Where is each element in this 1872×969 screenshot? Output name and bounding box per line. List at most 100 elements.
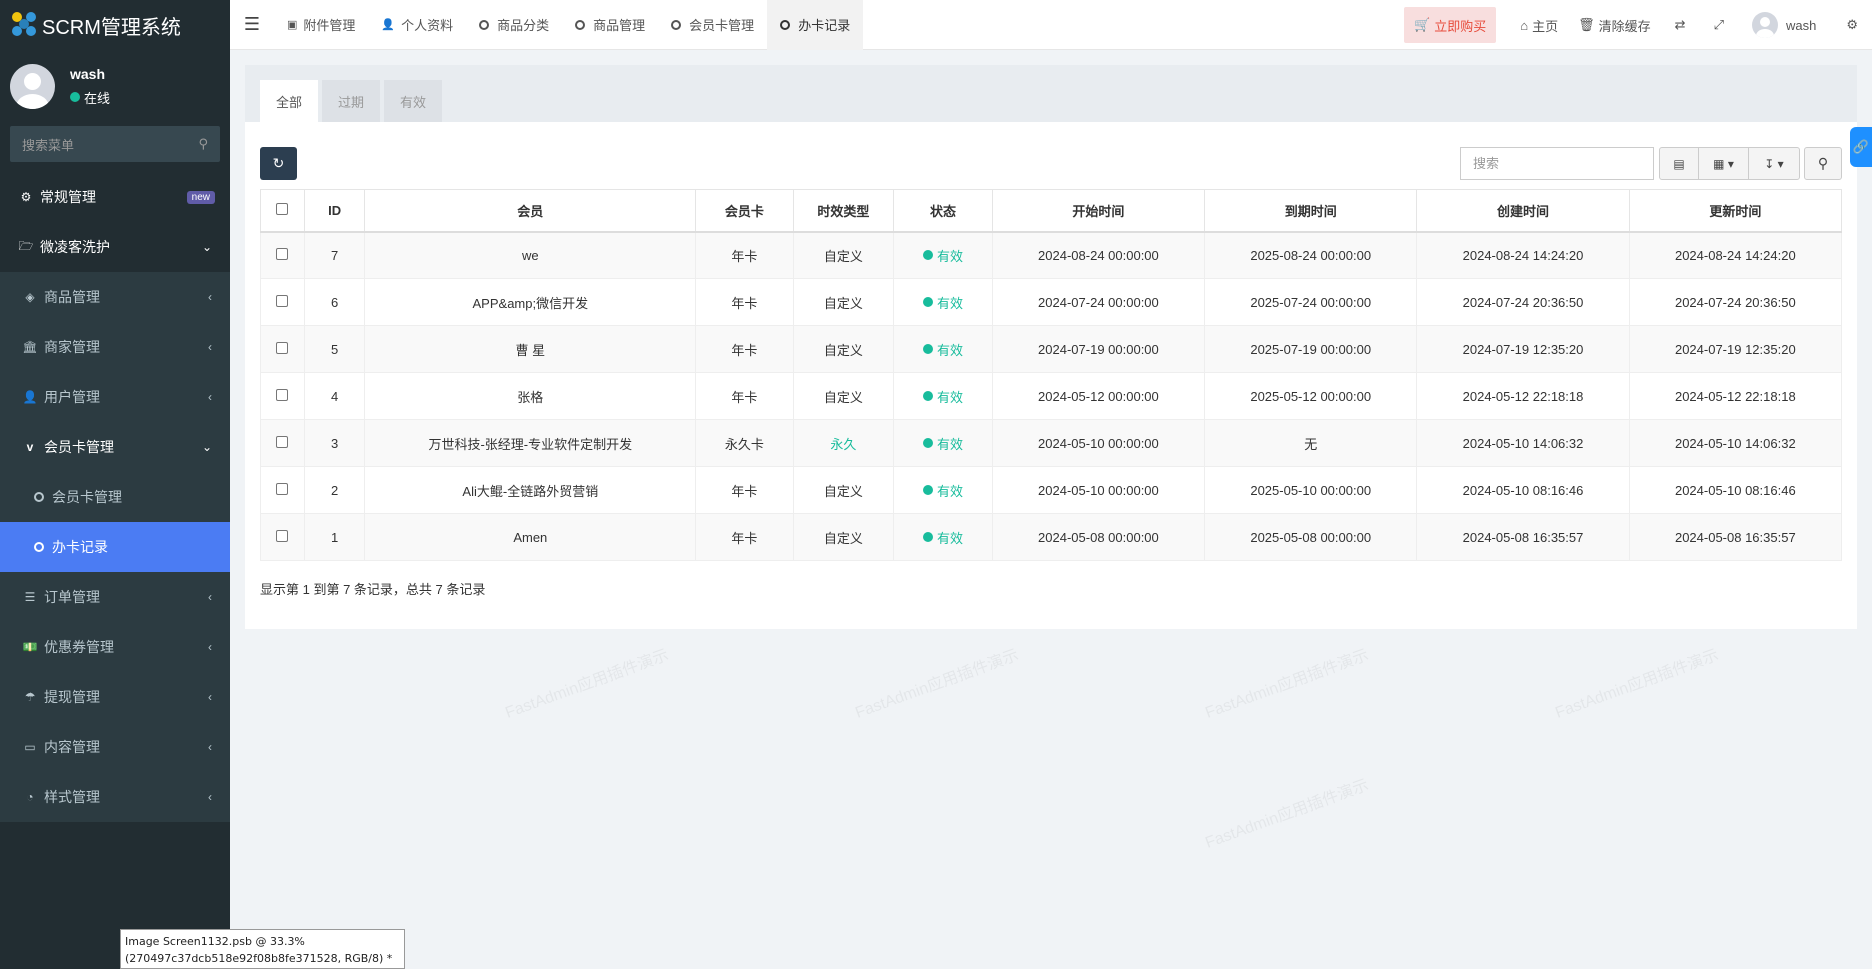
row-checkbox[interactable] xyxy=(276,388,289,401)
buy-now-button[interactable]: 🛒 立即购买 xyxy=(1404,7,1497,43)
row-checkbox[interactable] xyxy=(276,247,289,260)
column-header[interactable]: 会员 xyxy=(364,189,697,233)
sidebar-item-general[interactable]: ⚙ 常规管理 new xyxy=(0,172,230,222)
table-row: 6 APP&amp;微信开发 年卡 自定义 有效 2024-07-24 00:0… xyxy=(260,278,1843,326)
sidebar-item-orders[interactable]: ☰ 订单管理 ‹ xyxy=(0,572,230,622)
columns-dropdown-button[interactable]: ▦ ▾ xyxy=(1699,148,1749,179)
select-all-header xyxy=(260,189,305,233)
cube-icon: ◈ xyxy=(25,290,35,304)
circle-icon xyxy=(34,542,44,552)
translate-icon[interactable]: ⇄ xyxy=(1661,17,1700,33)
online-dot-icon xyxy=(70,92,80,102)
money-icon: 💵 xyxy=(22,640,38,654)
row-checkbox[interactable] xyxy=(276,482,289,495)
table-view-icon: ▤ xyxy=(1673,156,1685,171)
sidebar-item-membercard-manage[interactable]: 会员卡管理 xyxy=(0,472,230,522)
gears-icon: ⚙ xyxy=(20,190,32,204)
clear-cache-link[interactable]: 🗑 清除缓存 xyxy=(1568,16,1661,35)
status-badge: 有效 xyxy=(923,528,963,547)
column-header[interactable]: 更新时间 xyxy=(1628,189,1843,233)
user-icon: 👤 xyxy=(22,390,38,404)
user-icon: 👤 xyxy=(381,19,396,31)
circle-icon xyxy=(671,19,682,30)
status-badge: 有效 xyxy=(923,434,963,453)
sidebar-item-style[interactable]: ◔ 样式管理 ‹ xyxy=(0,772,230,822)
tab-products[interactable]: 商品管理 xyxy=(562,0,658,50)
chevron-left-icon: ‹ xyxy=(208,740,212,754)
tab-attachments[interactable]: ▣ 附件管理 xyxy=(274,0,368,50)
cube-outline-icon: ▭ xyxy=(24,740,36,754)
status-badge: 有效 xyxy=(923,387,963,406)
sidebar-item-merchants[interactable]: 🏛 商家管理 ‹ xyxy=(0,322,230,372)
avatar xyxy=(10,63,55,109)
row-checkbox[interactable] xyxy=(276,341,289,354)
refresh-icon: ↻ xyxy=(272,155,285,171)
home-link[interactable]: ⌂ 主页 xyxy=(1510,16,1568,35)
chevron-left-icon: ‹ xyxy=(208,690,212,704)
list-icon: ☰ xyxy=(24,590,36,604)
sidebar-item-coupons[interactable]: 💵 优惠券管理 ‹ xyxy=(0,622,230,672)
column-header[interactable]: 会员卡 xyxy=(695,189,794,233)
circle-icon xyxy=(479,19,490,30)
chevron-left-icon: ‹ xyxy=(208,640,212,654)
column-header[interactable]: 到期时间 xyxy=(1204,189,1418,233)
tab-profile[interactable]: 👤 个人资料 xyxy=(368,0,466,50)
status-dot-icon xyxy=(923,485,934,495)
fullscreen-icon[interactable]: ⤢ xyxy=(1700,17,1738,33)
sidebar-toggle-icon[interactable]: ☰ xyxy=(230,0,274,50)
tab-all[interactable]: 全部 xyxy=(260,80,318,122)
user-menu[interactable]: wash xyxy=(1738,12,1838,38)
bank-icon: 🏛 xyxy=(22,340,38,354)
column-header[interactable]: 时效类型 xyxy=(792,189,895,233)
column-header[interactable]: ID xyxy=(303,189,366,233)
select-all-checkbox[interactable] xyxy=(276,202,289,215)
status-dot-icon xyxy=(923,250,934,261)
dashboard-icon: ◔ xyxy=(26,790,34,804)
export-dropdown-button[interactable]: ↧ ▾ xyxy=(1749,148,1799,179)
status-badge: 有效 xyxy=(923,481,963,500)
psb-tooltip: Image Screen1132.psb @ 33.3% (270497c37d… xyxy=(120,929,405,969)
status-dot-icon xyxy=(923,344,934,354)
row-checkbox[interactable] xyxy=(276,529,289,542)
sidebar-item-withdraw[interactable]: ☂ 提现管理 ‹ xyxy=(0,672,230,722)
cart-icon: 🛒 xyxy=(1414,17,1431,32)
column-header[interactable]: 状态 xyxy=(893,189,993,233)
tab-expired[interactable]: 过期 xyxy=(322,80,380,122)
floating-link-icon[interactable]: 🔗 xyxy=(1850,127,1872,167)
sidebar-item-membercard[interactable]: v 会员卡管理 ⌄ xyxy=(0,422,230,472)
column-header[interactable]: 创建时间 xyxy=(1416,189,1630,233)
app-title: SCRM管理系统 xyxy=(42,16,181,39)
trash-icon: 🗑 xyxy=(1578,17,1595,32)
column-header[interactable]: 开始时间 xyxy=(991,189,1206,233)
chevron-left-icon: ‹ xyxy=(208,790,212,804)
sidebar-item-users[interactable]: 👤 用户管理 ‹ xyxy=(0,372,230,422)
watermark: FastAdmin应用插件演示 xyxy=(1203,646,1372,722)
refresh-button[interactable]: ↻ xyxy=(260,147,297,180)
sidebar-search-input[interactable]: 搜索菜单 ⚲ xyxy=(10,126,220,162)
tab-membercard[interactable]: 会员卡管理 xyxy=(658,0,767,50)
status-dot-icon xyxy=(923,391,934,401)
search-icon[interactable]: ⚲ xyxy=(198,136,208,152)
circle-icon xyxy=(575,19,586,30)
chevron-left-icon: ‹ xyxy=(208,390,212,404)
circle-icon xyxy=(34,492,44,502)
row-checkbox[interactable] xyxy=(276,294,289,307)
app-logo[interactable]: SCRM管理系统 xyxy=(0,0,230,50)
toggle-view-button[interactable]: ▤ xyxy=(1660,148,1699,179)
sidebar-item-content[interactable]: ▭ 内容管理 ‹ xyxy=(0,722,230,772)
advanced-search-button[interactable]: ⚲ xyxy=(1804,147,1842,180)
chevron-left-icon: ‹ xyxy=(208,290,212,304)
tab-valid[interactable]: 有效 xyxy=(384,80,442,122)
settings-gear-icon[interactable]: ⚙ xyxy=(1838,17,1872,33)
row-checkbox[interactable] xyxy=(276,435,289,448)
tab-card-records[interactable]: 办卡记录 xyxy=(767,0,864,50)
sidebar-item-card-records[interactable]: 办卡记录 xyxy=(0,522,230,572)
tab-categories[interactable]: 商品分类 xyxy=(466,0,562,50)
watermark: FastAdmin应用插件演示 xyxy=(1203,776,1372,852)
sidebar-item-products[interactable]: ◈ 商品管理 ‹ xyxy=(0,272,230,322)
table-search-input[interactable] xyxy=(1460,147,1654,180)
sidebar-item-wash[interactable]: 🗁 微凌客洗护 ⌄ xyxy=(0,222,230,272)
vimeo-icon: v xyxy=(26,440,34,454)
chevron-left-icon: ‹ xyxy=(208,340,212,354)
watermark: FastAdmin应用插件演示 xyxy=(1553,646,1722,722)
